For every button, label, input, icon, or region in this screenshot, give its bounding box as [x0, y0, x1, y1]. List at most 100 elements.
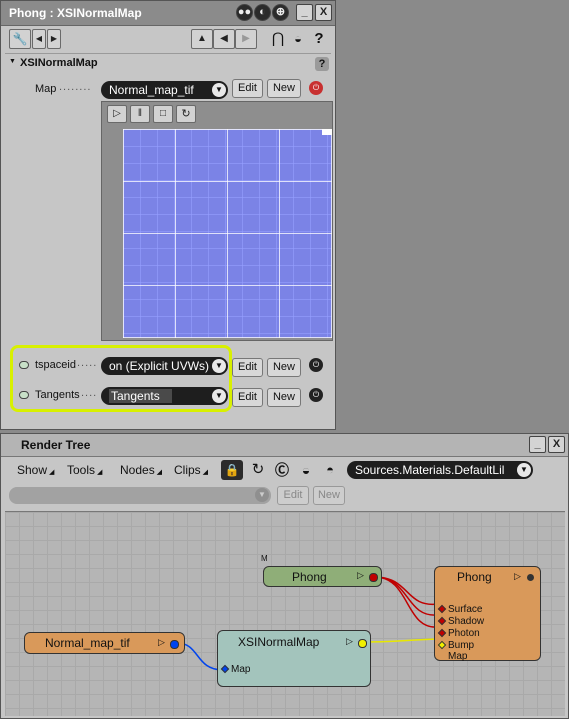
output-arrow-icon: ▷ — [346, 636, 353, 646]
wire-bump-map — [364, 638, 439, 643]
render-tree-window: Render Tree _ X Show ◢ Tools ◢ Nodes ◢ C… — [0, 433, 569, 719]
render-tree-graph[interactable]: M Phong ▷ Phong ▷ Surface Shadow Photon — [5, 511, 565, 716]
tangents-new-button[interactable]: New — [267, 388, 301, 407]
connection-plug-icon[interactable]: ⏻ — [309, 388, 323, 402]
minimize-button[interactable]: _ — [529, 436, 546, 453]
tspaceid-value: on (Explicit UVWs) — [109, 359, 210, 373]
tspaceid-edit-button[interactable]: Edit — [232, 358, 263, 377]
leader-dots: ..... — [77, 357, 98, 369]
port-photon-label: Photon — [448, 628, 480, 639]
lock-icon[interactable]: ⊕ — [272, 4, 289, 21]
wire-surface — [374, 576, 439, 605]
lock-icon[interactable]: 🔒 — [221, 460, 243, 480]
play-icon[interactable]: ▷ — [107, 105, 127, 123]
wire-photon — [374, 576, 439, 628]
forward-icon[interactable]: ▶ — [235, 29, 257, 49]
chevron-down-icon: ▼ — [517, 463, 531, 477]
tangents-combo[interactable]: Tangents ▼ — [101, 387, 228, 405]
map-value: Normal_map_tif — [109, 83, 194, 97]
menu-tools[interactable]: Tools ◢ — [67, 460, 102, 480]
output-port-blue[interactable] — [170, 640, 179, 649]
render-tree-title-bar[interactable]: Render Tree _ X — [1, 434, 568, 457]
port-dot — [437, 628, 447, 638]
recycle-icon[interactable]: ◐ — [254, 4, 271, 21]
material-sphere-icon[interactable]: ◒ — [295, 460, 317, 480]
map-label: Map — [35, 83, 57, 95]
chevron-down-icon: ▼ — [212, 359, 226, 373]
help-icon[interactable]: ? — [310, 30, 328, 48]
port-surface-label: Surface — [448, 604, 483, 615]
refresh-icon[interactable]: ↻ — [247, 460, 269, 480]
material-icon[interactable]: ◒ — [289, 30, 307, 48]
clear-icon[interactable]: Ⓒ — [271, 460, 293, 480]
clip-combo[interactable]: ▼ — [9, 487, 271, 504]
output-port-red[interactable] — [369, 573, 378, 582]
back-icon[interactable]: ◀ — [213, 29, 235, 49]
section-help-icon[interactable]: ? — [315, 57, 329, 71]
wire-shadow — [374, 576, 439, 616]
menu-tools-label: Tools — [67, 463, 96, 477]
output-port-yellow[interactable] — [358, 639, 367, 648]
refresh-icon[interactable]: ↻ — [176, 105, 196, 123]
stop-icon[interactable]: □ — [153, 105, 173, 123]
tangents-label: Tangents — [35, 389, 80, 401]
map-combo[interactable]: Normal_map_tif ▼ — [101, 81, 228, 99]
output-port[interactable] — [527, 574, 534, 581]
chevron-down-icon: ▼ — [255, 488, 269, 502]
menu-nodes[interactable]: Nodes ◢ — [120, 460, 162, 480]
eyes-icon[interactable]: ●● — [236, 4, 253, 21]
tspaceid-new-button[interactable]: New — [267, 358, 301, 377]
menu-show-label: Show — [17, 463, 48, 477]
section-title: XSINormalMap — [20, 57, 98, 69]
close-button[interactable]: X — [315, 4, 332, 21]
pause-icon[interactable]: ǁ — [130, 105, 150, 123]
tangents-animation-led[interactable] — [19, 391, 29, 399]
divider — [5, 53, 331, 54]
prev-arrow-icon[interactable]: ◀ — [32, 29, 46, 49]
port-bump-map-label: Bump Map — [448, 640, 475, 662]
port-dot — [437, 640, 447, 650]
output-arrow-icon: ▷ — [357, 570, 364, 580]
menu-clips[interactable]: Clips ◢ — [174, 460, 208, 480]
collapse-arrow-icon[interactable]: ▼ — [9, 58, 16, 65]
map-new-button[interactable]: New — [267, 79, 301, 98]
tangents-edit-button[interactable]: Edit — [232, 388, 263, 407]
port-dot — [437, 616, 447, 626]
window-title: Phong : XSINormalMap — [9, 6, 142, 20]
clip-new-button[interactable]: New — [313, 486, 345, 505]
chevron-down-icon: ▼ — [212, 83, 226, 97]
title-bar[interactable]: Phong : XSINormalMap ●● ◐ ⊕ _ X — [1, 1, 335, 26]
phong-node-collapsed[interactable]: Phong ▷ — [263, 566, 382, 587]
leader-dots: .... — [81, 387, 98, 399]
connection-plug-icon[interactable]: ⏻ — [309, 358, 323, 372]
leader-dots: ........ — [59, 81, 92, 93]
tspaceid-combo[interactable]: on (Explicit UVWs) ▼ — [101, 357, 228, 375]
port-map-label: Map — [231, 664, 251, 675]
connection-plug-icon[interactable]: ⏻ — [309, 81, 323, 95]
menu-show[interactable]: Show ◢ — [17, 460, 54, 480]
tangents-value: Tangents — [109, 389, 172, 403]
xsi-normal-map-node[interactable]: XSINormalMap ▷ Map — [217, 630, 371, 687]
normal-map-node-title: Normal_map_tif — [45, 636, 130, 650]
clip-edit-button[interactable]: Edit — [277, 486, 309, 505]
render-tree-title: Render Tree — [21, 438, 91, 452]
next-arrow-icon[interactable]: ▶ — [47, 29, 61, 49]
minimize-button[interactable]: _ — [296, 4, 313, 21]
chevron-down-icon: ▼ — [212, 389, 226, 403]
tspaceid-animation-led[interactable] — [19, 361, 29, 369]
menu-clips-label: Clips — [174, 463, 201, 477]
material-icon[interactable]: ◓ — [319, 460, 341, 480]
phong-main-title: Phong — [457, 570, 492, 584]
normal-map-thumbnail — [123, 129, 332, 338]
phong-node-title: Phong — [292, 570, 327, 584]
up-icon[interactable]: ▲ — [191, 29, 213, 49]
phong-node[interactable]: Phong ▷ Surface Shadow Photon Bump Map — [434, 566, 541, 662]
map-edit-button[interactable]: Edit — [232, 79, 263, 98]
source-combo[interactable]: Sources.Materials.DefaultLil ▼ — [347, 461, 533, 479]
close-button[interactable]: X — [548, 436, 565, 453]
key-icon[interactable]: 🔧 — [9, 29, 31, 49]
normal-map-image-node[interactable]: Normal_map_tif ▷ — [24, 632, 185, 654]
magnet-icon[interactable]: ⋂ — [269, 30, 287, 48]
thumbnail-corner — [322, 129, 332, 135]
source-combo-value: Sources.Materials.DefaultLil — [355, 463, 505, 477]
